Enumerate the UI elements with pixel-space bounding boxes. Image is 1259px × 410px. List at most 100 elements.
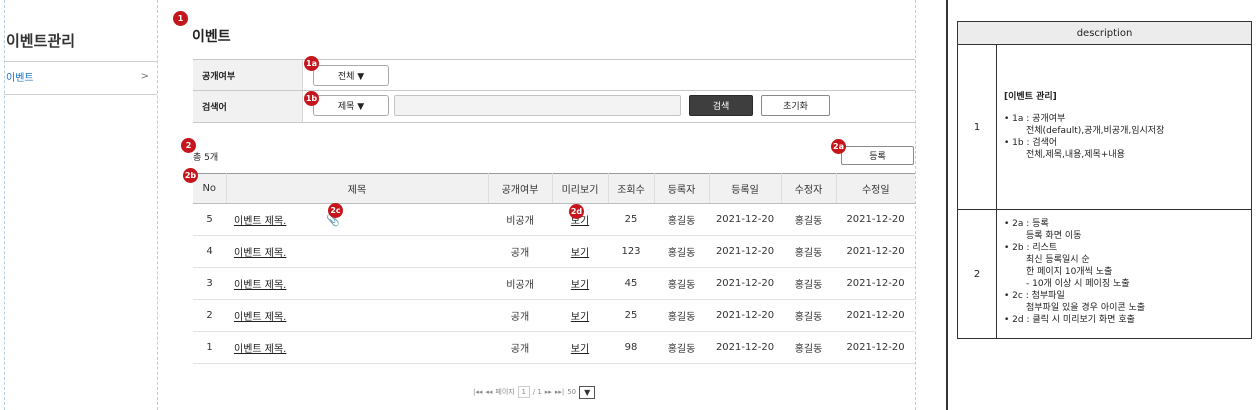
register-button[interactable]: 등록 [841, 146, 914, 165]
visibility-select[interactable]: 전체 ▼ [313, 65, 389, 86]
sidebar-item-event[interactable]: 이벤트 > [4, 66, 157, 86]
description-row-content: • 2a : 등록 등록 화면 이동 • 2b : 리스트 최신 등록일시 순 … [1004, 218, 1247, 326]
annotation-badge-1: 1 [173, 11, 188, 26]
annotation-badge-2: 2 [181, 138, 196, 153]
title-link[interactable]: 이벤트 제목. [234, 280, 286, 291]
cell-visibility: 공개 [488, 235, 552, 268]
sidebar-divider [4, 94, 157, 95]
title-link[interactable]: 이벤트 제목. [234, 216, 286, 227]
column-header: 조회수 [608, 173, 655, 204]
column-header: 제목 [226, 173, 489, 204]
cell-no: 3 [193, 267, 226, 300]
search-row-visibility: 공개여부 전체 ▼ [193, 60, 915, 91]
annotation-badge-1b: 1b [304, 91, 319, 106]
chevron-down-icon[interactable]: ▼ [579, 385, 596, 399]
cell-created: 2021-12-20 [709, 331, 781, 364]
description-bullet: • 2c : 첨부파일 [1004, 291, 1065, 301]
next-page-icon[interactable]: ▸▸ [545, 388, 552, 396]
cell-modified: 2021-12-20 [836, 267, 915, 300]
cell-editor: 홍길동 [781, 235, 836, 268]
column-header: 미리보기 [552, 173, 609, 204]
description-row-2: 2 • 2a : 등록 등록 화면 이동 • 2b : 리스트 최신 등록일시 … [958, 210, 1251, 339]
page-size-value: 50 [567, 388, 577, 396]
keyword-input[interactable] [394, 95, 681, 116]
preview-link[interactable]: 보기 [571, 312, 589, 323]
description-row-content: [이벤트 관리] • 1a : 공개여부 전체(default),공개,비공개,… [1004, 91, 1247, 161]
table-header-row: No 제목 공개여부 미리보기 조회수 등록자 등록일 수정자 수정일 [193, 173, 915, 204]
cell-title: 이벤트 제목. [226, 235, 488, 268]
description-detail: 등록 화면 이동 [1026, 231, 1082, 241]
title-link[interactable]: 이벤트 제목. [234, 344, 286, 355]
event-table: No 제목 공개여부 미리보기 조회수 등록자 등록일 수정자 수정일 5 이벤… [193, 173, 915, 364]
cell-no: 5 [193, 203, 226, 236]
preview-link[interactable]: 보기 [571, 344, 589, 355]
annotation-badge-2c: 2c [328, 203, 343, 218]
sidebar-title: 이벤트관리 [6, 32, 76, 50]
cell-views: 25 [608, 299, 654, 332]
keyword-type-select[interactable]: 제목 ▼ [313, 95, 389, 116]
cell-no: 4 [193, 235, 226, 268]
total-count: 총 5개 [193, 153, 219, 163]
page-label: 페이지 [495, 388, 515, 396]
description-detail: 첨부파일 있을 경우 아이콘 노출 [1026, 303, 1146, 313]
preview-link[interactable]: 보기 [571, 280, 589, 291]
cell-modified: 2021-12-20 [836, 203, 915, 236]
table-row: 5 이벤트 제목. 📎 비공개 보기 25 홍길동 2021-12-20 홍길동 … [193, 203, 915, 236]
cell-views: 123 [608, 235, 654, 268]
annotation-badge-1a: 1a [304, 56, 319, 71]
cell-editor: 홍길동 [781, 299, 836, 332]
description-header: description [958, 22, 1251, 45]
cell-preview: 보기 [552, 299, 608, 332]
guide-line-content-right [915, 0, 916, 410]
cell-modified: 2021-12-20 [836, 331, 915, 364]
description-bullet: • 1a : 공개여부 [1004, 114, 1066, 124]
column-header: 수정일 [836, 173, 915, 204]
cell-modified: 2021-12-20 [836, 299, 915, 332]
cell-no: 2 [193, 299, 226, 332]
cell-preview: 보기 [552, 267, 608, 300]
cell-preview: 보기 [552, 235, 608, 268]
cell-title: 이벤트 제목. [226, 267, 488, 300]
description-bullet: • 2b : 리스트 [1004, 243, 1058, 253]
column-header: 등록자 [654, 173, 710, 204]
description-panel: description 1 [이벤트 관리] • 1a : 공개여부 전체(de… [957, 21, 1252, 339]
search-panel: 공개여부 전체 ▼ 검색어 제목 ▼ 검색 초기화 [193, 59, 915, 123]
column-header: 공개여부 [488, 173, 553, 204]
current-page-input[interactable]: 1 [517, 386, 530, 398]
cell-created: 2021-12-20 [709, 235, 781, 268]
description-bullet: • 2a : 등록 [1004, 219, 1049, 229]
preview-link[interactable]: 보기 [571, 248, 589, 259]
first-page-icon[interactable]: |◂◂ [473, 388, 482, 396]
cell-visibility: 공개 [488, 331, 552, 364]
title-link[interactable]: 이벤트 제목. [234, 312, 286, 323]
cell-author: 홍길동 [654, 235, 709, 268]
description-detail: 전체(default),공개,비공개,임시저장 [1026, 126, 1165, 136]
column-header: 수정자 [781, 173, 837, 204]
cell-author: 홍길동 [654, 267, 709, 300]
page-title: 이벤트 [192, 29, 231, 45]
visibility-label: 공개여부 [193, 60, 303, 90]
cell-preview: 보기 [552, 331, 608, 364]
panel-divider [946, 0, 948, 410]
cell-visibility: 비공개 [488, 203, 552, 236]
description-detail: 한 페이지 10개씩 노출 [1026, 267, 1113, 277]
search-row-keyword: 검색어 제목 ▼ 검색 초기화 [193, 91, 915, 122]
annotation-badge-2d: 2d [569, 204, 584, 219]
description-bullet: • 1b : 검색어 [1004, 138, 1058, 148]
title-link[interactable]: 이벤트 제목. [234, 248, 286, 259]
prev-page-icon[interactable]: ◂◂ [485, 388, 492, 396]
cell-views: 25 [608, 203, 654, 236]
table-row: 2 이벤트 제목. 공개 보기 25 홍길동 2021-12-20 홍길동 20… [193, 299, 915, 332]
cell-modified: 2021-12-20 [836, 235, 915, 268]
sidebar-divider [4, 61, 157, 62]
cell-author: 홍길동 [654, 331, 709, 364]
column-header: No [193, 173, 227, 204]
chevron-right-icon: > [140, 70, 149, 82]
reset-button[interactable]: 초기화 [761, 95, 830, 116]
last-page-icon[interactable]: ▸▸| [555, 388, 564, 396]
description-row-number: 1 [973, 121, 981, 133]
description-row-title: [이벤트 관리] [1004, 92, 1057, 102]
cell-title: 이벤트 제목. 📎 [226, 203, 488, 236]
search-button[interactable]: 검색 [689, 95, 753, 116]
sidebar-item-label: 이벤트 [6, 72, 34, 84]
